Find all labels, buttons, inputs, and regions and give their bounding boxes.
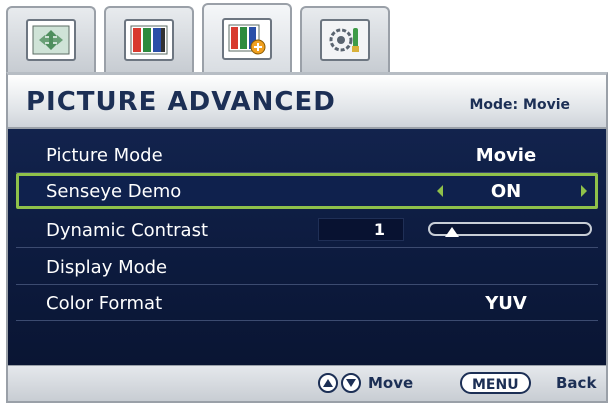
system-settings-icon xyxy=(320,19,370,61)
picture-advanced-icon xyxy=(222,17,272,60)
tab-strip xyxy=(6,3,406,72)
tab-system[interactable] xyxy=(300,6,390,72)
menu-header: PICTURE ADVANCED Mode: Movie xyxy=(6,72,608,129)
footer-bar: Move MENU Back xyxy=(6,365,608,403)
up-button-icon[interactable] xyxy=(318,373,338,393)
slider-thumb[interactable] xyxy=(444,227,459,237)
menu-item-label: Dynamic Contrast xyxy=(46,220,209,241)
menu-item-picture-mode[interactable]: Picture Mode Movie xyxy=(16,137,598,173)
menu-item-display-mode[interactable]: Display Mode xyxy=(16,249,598,285)
menu-item-value: Movie xyxy=(475,145,537,166)
menu-item-color-format[interactable]: Color Format YUV xyxy=(16,285,598,321)
contrast-slider[interactable] xyxy=(428,222,592,237)
move-label: Move xyxy=(368,374,414,392)
display-settings-icon xyxy=(26,19,76,61)
picture-icon xyxy=(124,19,174,61)
tab-picture[interactable] xyxy=(104,6,194,72)
down-button-icon[interactable] xyxy=(341,373,361,393)
mode-indicator: Mode: Movie xyxy=(469,97,570,113)
menu-body: Picture Mode Movie Senseye Demo ON Dynam… xyxy=(6,129,608,365)
menu-item-senseye-demo[interactable]: Senseye Demo ON xyxy=(16,173,598,209)
contrast-value: 1 xyxy=(318,218,404,241)
menu-item-label: Senseye Demo xyxy=(46,181,182,202)
menu-item-label: Color Format xyxy=(46,293,163,314)
menu-item-value: ON xyxy=(490,181,522,202)
menu-button[interactable]: MENU xyxy=(460,372,531,394)
arrow-right-icon[interactable] xyxy=(581,185,587,197)
tab-display[interactable] xyxy=(6,6,96,72)
back-label: Back xyxy=(556,374,597,392)
page-title: PICTURE ADVANCED xyxy=(26,87,336,117)
menu-item-label: Display Mode xyxy=(46,257,168,278)
menu-item-label: Picture Mode xyxy=(46,145,163,166)
tab-picture-advanced[interactable] xyxy=(202,3,292,72)
menu-item-dynamic-contrast[interactable]: Dynamic Contrast 1 xyxy=(16,212,598,248)
menu-item-value: YUV xyxy=(485,293,527,314)
